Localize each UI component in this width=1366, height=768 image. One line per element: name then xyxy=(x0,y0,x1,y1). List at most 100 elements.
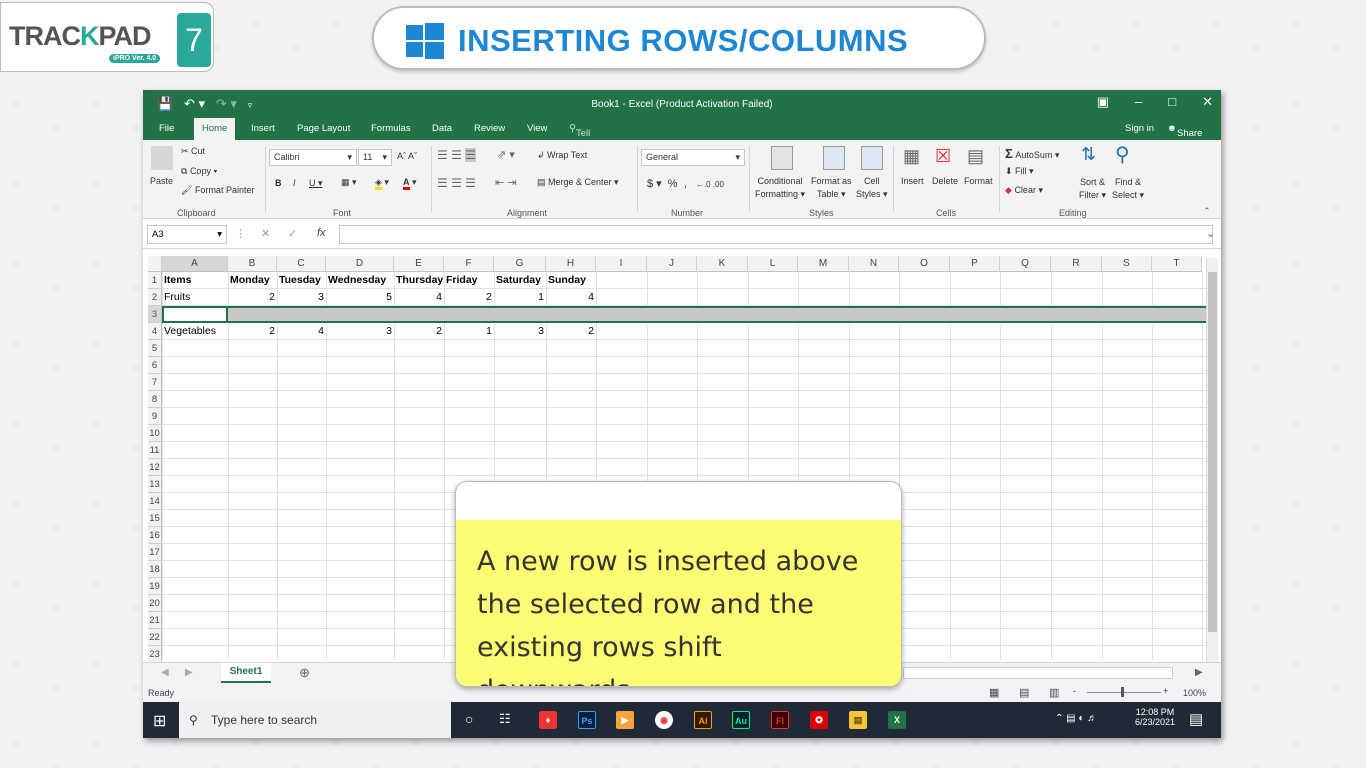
zoom-out-icon[interactable]: - xyxy=(1073,686,1076,696)
tab-formulas[interactable]: Formulas xyxy=(371,123,411,134)
cancel-icon[interactable]: ✕ xyxy=(261,227,270,240)
task-view-icon[interactable]: ☷ xyxy=(499,711,511,727)
conditional-formatting-button[interactable]: Conditional Formatting ▾ xyxy=(755,175,805,201)
row-header[interactable]: 1 xyxy=(148,272,162,289)
cell[interactable]: Vegetables xyxy=(162,323,228,340)
cell[interactable]: 4 xyxy=(394,289,444,306)
maximize-button[interactable]: □ xyxy=(1168,94,1176,110)
column-header[interactable]: E xyxy=(394,256,444,272)
column-header[interactable]: O xyxy=(899,256,950,272)
column-header[interactable]: R xyxy=(1051,256,1102,272)
cortana-icon[interactable]: ○ xyxy=(465,711,473,727)
column-header[interactable]: L xyxy=(748,256,798,272)
row-header[interactable]: 2 xyxy=(148,289,162,306)
audition-icon[interactable]: Au xyxy=(732,711,750,729)
cell[interactable]: Fruits xyxy=(162,289,228,306)
row-header[interactable]: 11 xyxy=(148,442,162,459)
file-explorer-icon[interactable]: ▤ xyxy=(849,711,867,729)
format-painter-button[interactable]: 🖌 Format Painter xyxy=(181,185,254,196)
font-size-select[interactable]: 11 ▾ xyxy=(358,149,392,166)
cell[interactable]: 2 xyxy=(228,289,277,306)
column-header[interactable]: B xyxy=(228,256,277,272)
row-header[interactable]: 21 xyxy=(148,612,162,629)
column-header[interactable]: J xyxy=(647,256,697,272)
cell[interactable]: 2 xyxy=(394,323,444,340)
sheet-tab-sheet1[interactable]: Sheet1 xyxy=(221,663,271,683)
bold-button[interactable]: B xyxy=(275,178,282,188)
column-header[interactable]: P xyxy=(950,256,1000,272)
cell[interactable]: Wednesday xyxy=(326,272,394,289)
row-header[interactable]: 23 xyxy=(148,646,162,663)
cell[interactable]: Friday xyxy=(444,272,494,289)
cell[interactable]: Thursday xyxy=(394,272,444,289)
row-header[interactable]: 7 xyxy=(148,374,162,391)
cell[interactable]: 2 xyxy=(228,323,277,340)
row-header[interactable]: 17 xyxy=(148,544,162,561)
acrobat-icon[interactable]: ✪ xyxy=(810,711,828,729)
row-header[interactable]: 3 xyxy=(148,306,162,323)
format-as-table-button[interactable]: Format as Table ▾ xyxy=(811,175,852,201)
flash-icon[interactable]: Fl xyxy=(771,711,789,729)
cell[interactable]: 5 xyxy=(326,289,394,306)
taskbar-search[interactable]: ⚲ Type here to search xyxy=(179,702,451,738)
new-sheet-button[interactable]: ⊕ xyxy=(299,665,310,681)
row-header[interactable]: 18 xyxy=(148,561,162,578)
row-header[interactable]: 5 xyxy=(148,340,162,357)
expand-formula-bar-icon[interactable]: ⌄ xyxy=(1206,227,1215,240)
notifications-icon[interactable]: ▤ xyxy=(1189,710,1203,728)
row-header[interactable]: 22 xyxy=(148,629,162,646)
font-grow-shrink-icon[interactable]: Aˆ Aˇ xyxy=(397,151,417,161)
tab-file[interactable]: File xyxy=(159,123,174,134)
app-icon-red[interactable]: ♦ xyxy=(539,711,557,729)
tab-page-layout[interactable]: Page Layout xyxy=(297,123,350,134)
column-header[interactable]: A xyxy=(162,256,228,272)
normal-view-icon[interactable]: ▦ xyxy=(989,686,999,699)
cell[interactable]: 2 xyxy=(546,323,596,340)
autosum-button[interactable]: Σ AutoSum ▾ xyxy=(1005,146,1059,161)
page-layout-view-icon[interactable]: ▤ xyxy=(1019,686,1029,699)
clear-button[interactable]: ◆ Clear ▾ xyxy=(1005,185,1043,196)
clock[interactable]: 12:08 PM 6/23/2021 xyxy=(1135,707,1175,727)
collapse-ribbon-icon[interactable]: ⌃ xyxy=(1203,206,1211,217)
column-header[interactable]: M xyxy=(798,256,849,272)
sort-filter-button[interactable]: Sort & Filter ▾ xyxy=(1079,176,1106,202)
row-header[interactable]: 10 xyxy=(148,425,162,442)
zoom-in-icon[interactable]: + xyxy=(1163,686,1168,696)
formula-input[interactable] xyxy=(339,225,1213,244)
row-header[interactable]: 12 xyxy=(148,459,162,476)
tab-view[interactable]: View xyxy=(527,123,547,134)
zoom-slider[interactable] xyxy=(1087,692,1161,693)
column-header[interactable]: S xyxy=(1102,256,1152,272)
borders-icon[interactable]: ▦ ▾ xyxy=(341,177,357,188)
page-break-view-icon[interactable]: ▥ xyxy=(1049,686,1059,699)
orientation-icon[interactable]: ⇗ ▾ xyxy=(497,148,515,161)
sign-in-link[interactable]: Sign in xyxy=(1125,123,1154,134)
cell[interactable]: Items xyxy=(162,272,228,289)
column-header[interactable]: C xyxy=(277,256,326,272)
cell[interactable]: 3 xyxy=(494,323,546,340)
fill-color-icon[interactable]: ◈ ▾ xyxy=(375,177,389,190)
cell[interactable]: Monday xyxy=(228,272,277,289)
merge-center-button[interactable]: ▤ Merge & Center ▾ xyxy=(537,177,619,188)
insert-cells-button[interactable]: Insert xyxy=(901,176,924,186)
excel-taskbar-icon[interactable]: X xyxy=(888,711,906,729)
delete-cells-button[interactable]: Delete xyxy=(932,176,958,186)
active-cell-a3[interactable] xyxy=(162,306,228,323)
chrome-icon[interactable]: ◉ xyxy=(655,711,673,729)
number-format-select[interactable]: General ▾ xyxy=(641,149,745,166)
conditional-formatting-icon[interactable] xyxy=(771,146,793,170)
tell-me-box[interactable]: ⚲ Tell me what you want to do... xyxy=(569,123,596,205)
row-header[interactable]: 6 xyxy=(148,357,162,374)
cell[interactable]: Saturday xyxy=(494,272,546,289)
column-header[interactable]: D xyxy=(326,256,394,272)
italic-button[interactable]: I xyxy=(293,178,296,188)
column-header[interactable]: Q xyxy=(1000,256,1051,272)
cell[interactable]: 4 xyxy=(546,289,596,306)
format-as-table-icon[interactable] xyxy=(823,146,845,170)
column-header[interactable]: K xyxy=(697,256,748,272)
copy-button[interactable]: ⧉ Copy ▾ xyxy=(181,166,217,177)
cell[interactable]: 1 xyxy=(444,323,494,340)
column-header[interactable]: F xyxy=(444,256,494,272)
horizontal-align-icons[interactable]: ☰ ☰ ☰ xyxy=(437,176,476,190)
sort-filter-icon[interactable]: ⇅ xyxy=(1081,144,1096,165)
